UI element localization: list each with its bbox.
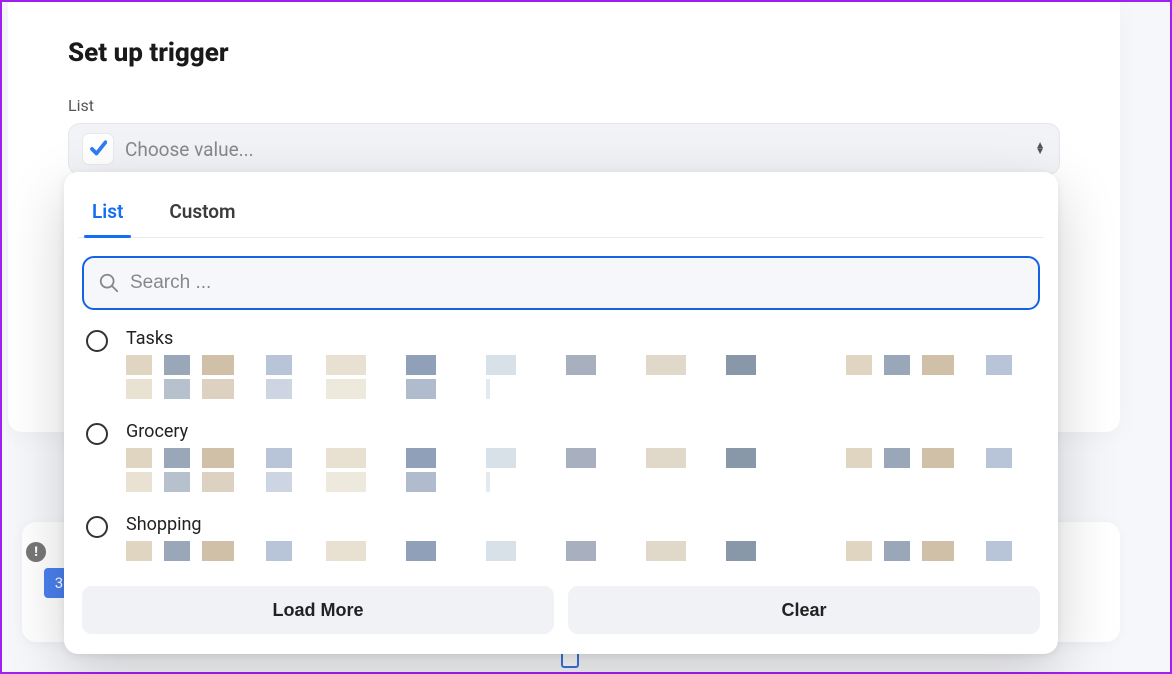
search-input[interactable] [130,272,1024,294]
search-field-wrap[interactable] [82,256,1040,310]
tab-list[interactable]: List [88,186,127,237]
option-list: Tasks Grocery Shopping [78,310,1044,570]
load-more-button[interactable]: Load More [82,586,554,634]
radio-icon [86,330,108,352]
page-title: Set up trigger [68,38,1060,68]
redacted-text [126,355,1036,375]
field-label-list: List [68,96,1060,115]
radio-icon [86,423,108,445]
dropdown-actions: Load More Clear [78,586,1044,634]
sort-arrows-icon: ▲▼ [1035,143,1045,155]
redacted-text [126,379,490,399]
dropdown-tabs: List Custom [78,186,1044,238]
search-icon [98,272,120,294]
redacted-text [126,472,490,492]
tab-custom[interactable]: Custom [165,186,239,237]
app-checkmark-icon [83,134,113,164]
option-label: Grocery [126,421,1036,442]
option-tasks[interactable]: Tasks [86,320,1036,413]
redacted-text [126,448,1036,468]
clear-button[interactable]: Clear [568,586,1040,634]
warning-badge-icon: ! [26,542,46,562]
option-shopping[interactable]: Shopping [86,506,1036,570]
radio-icon [86,516,108,538]
option-grocery[interactable]: Grocery [86,413,1036,506]
redacted-text [126,541,1036,561]
option-label: Tasks [126,328,1036,349]
list-dropdown: List Custom Tasks Grocery Shoppin [64,172,1058,654]
list-select[interactable]: Choose value... ▲▼ [68,123,1060,175]
option-label: Shopping [126,514,1036,535]
select-placeholder: Choose value... [125,138,1035,161]
